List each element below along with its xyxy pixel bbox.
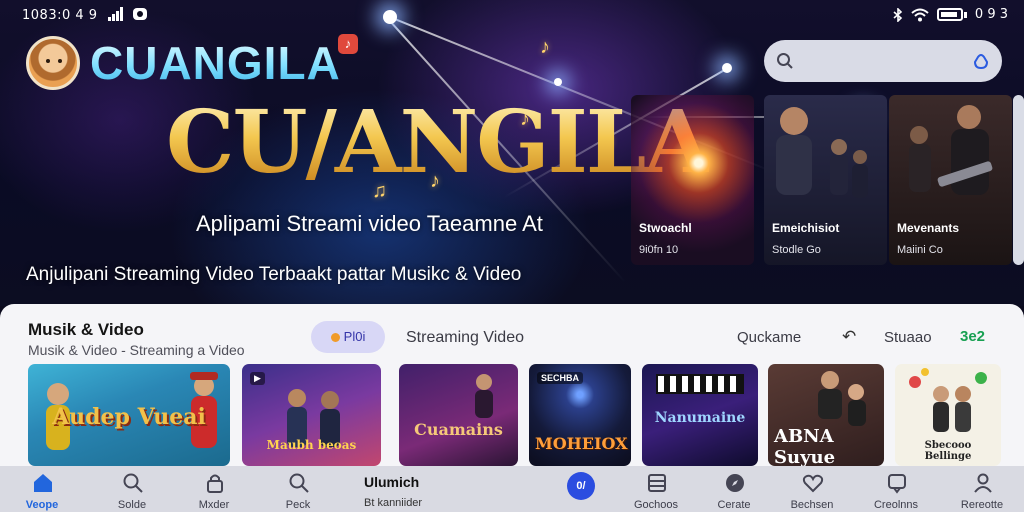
nav-item-chat[interactable]: Creolnns [860, 466, 932, 512]
hero-title: CU/ANGILA [166, 92, 711, 193]
nav-label: Peck [285, 499, 311, 511]
status-bar: 1083:0 4 9 0 9 3 [0, 0, 1024, 30]
nav-label: Bechsen [790, 499, 834, 511]
play-fab-button[interactable]: 0/ [567, 472, 595, 500]
thumb-title: MOHEIOX [535, 434, 628, 453]
feature-card-meta: Stodle Go [772, 244, 821, 256]
dot-icon [330, 333, 340, 342]
nav-label: Creolnns [873, 499, 919, 511]
nav-item-profile[interactable]: Rereotte [946, 466, 1018, 512]
nav-label: Gochoos [633, 499, 679, 511]
search-icon [289, 473, 309, 493]
thumb-tag: SECHBA [537, 372, 584, 384]
video-thumbnail[interactable]: SECHBA MOHEIOX [529, 364, 631, 466]
heart-icon [802, 474, 824, 493]
thumb-title: Maubh beoas [266, 438, 357, 452]
nav-item-home[interactable]: Veope [6, 466, 78, 512]
search-icon [123, 473, 143, 493]
chip-count: 3e2 [960, 328, 986, 345]
grid-icon [648, 474, 666, 492]
chip-streaming[interactable]: Streaming Video [406, 329, 524, 347]
feature-card[interactable] [1013, 95, 1024, 265]
video-thumbnail[interactable]: Audep Vueai [28, 364, 230, 466]
search-input[interactable] [764, 40, 1002, 82]
app-logo[interactable]: CUANGILA [90, 36, 341, 90]
nav-item-compass[interactable]: Cerate [698, 466, 770, 512]
video-thumbnail[interactable]: Nanumaine [642, 364, 758, 466]
thumb-title: Nanumaine [654, 410, 746, 426]
compass-icon [726, 474, 744, 492]
nav-label: Veope [25, 499, 59, 511]
section-subtitle: Musik & Video - Streaming a Video [28, 342, 245, 358]
feature-card-title: Stwoachl [639, 221, 692, 235]
signal-icon [108, 7, 123, 21]
nav-label: Cerate [717, 499, 751, 511]
section-title: Musik & Video [28, 320, 144, 339]
thumb-title: Audep Vueai [52, 404, 206, 430]
notification-icon [133, 8, 147, 20]
lock-icon [207, 474, 223, 493]
chip-quick[interactable]: Quckame [737, 329, 801, 346]
chat-icon [888, 474, 906, 494]
nav-item-heart[interactable]: Bechsen [776, 466, 848, 512]
person-figure [776, 107, 868, 198]
nav-item-search-2[interactable]: Peck [262, 466, 334, 512]
nav-label: Mxder [198, 499, 230, 511]
avatar[interactable] [26, 36, 80, 90]
nav-item-grid[interactable]: Gochoos [620, 466, 692, 512]
feature-card[interactable]: Mevenants Maiini Co [889, 95, 1012, 265]
battery-icon [936, 8, 963, 21]
feature-card[interactable]: Emeichisiot Stodle Go [764, 95, 887, 265]
feature-card-meta: 9i0fn 10 [639, 244, 679, 256]
feature-card-title: Emeichisiot [772, 221, 840, 235]
band-figure [909, 105, 993, 195]
mic-icon[interactable] [972, 52, 990, 70]
status-time: 1083:0 4 9 [22, 8, 98, 23]
video-thumbnail[interactable]: ABNA Suyue [768, 364, 884, 466]
battery-text: 0 9 3 [974, 7, 1008, 22]
thumb-title: ABNA Suyue [774, 426, 836, 466]
chip-active-label: Pl0i [343, 329, 366, 344]
nav-center-subtitle: Bt kanniider [364, 497, 423, 509]
undo-icon[interactable]: ↶ [842, 327, 856, 347]
user-icon [974, 473, 992, 493]
feature-card-meta: Maiini Co [897, 244, 943, 256]
hero-subtitle: Aplipami Streami video Taeamne At [196, 211, 543, 236]
hero-tagline: Anjulipani Streaming Video Terbaakt patt… [26, 264, 522, 285]
nav-label: Rereotte [960, 499, 1004, 511]
chip-studio[interactable]: Stuaao [884, 329, 932, 346]
nav-item-lock[interactable]: Mxder [178, 466, 250, 512]
feature-card[interactable]: Stwoachl 9i0fn 10 [631, 95, 754, 265]
nav-item-search[interactable]: Solde [96, 466, 168, 512]
video-thumbnail[interactable]: ▶ Maubh beoas [242, 364, 381, 466]
home-icon [34, 474, 52, 492]
thumb-title: Cuamains [414, 420, 503, 439]
feature-card-title: Mevenants [897, 221, 960, 235]
thumb-title: Sbecooo Bellinge [924, 440, 972, 462]
search-icon [777, 53, 793, 69]
video-thumbnail[interactable]: Cuamains [399, 364, 518, 466]
music-badge-icon: ♪ [338, 34, 358, 54]
bluetooth-icon [893, 7, 903, 22]
wifi-icon [911, 8, 929, 21]
nav-center-title[interactable]: Ulumich [364, 474, 419, 490]
chip-active[interactable]: Pl0i [311, 321, 385, 353]
thumb-figures [475, 374, 493, 418]
video-thumbnail[interactable]: Sbecooo Bellinge [895, 364, 1001, 466]
nav-label: Solde [117, 499, 147, 511]
